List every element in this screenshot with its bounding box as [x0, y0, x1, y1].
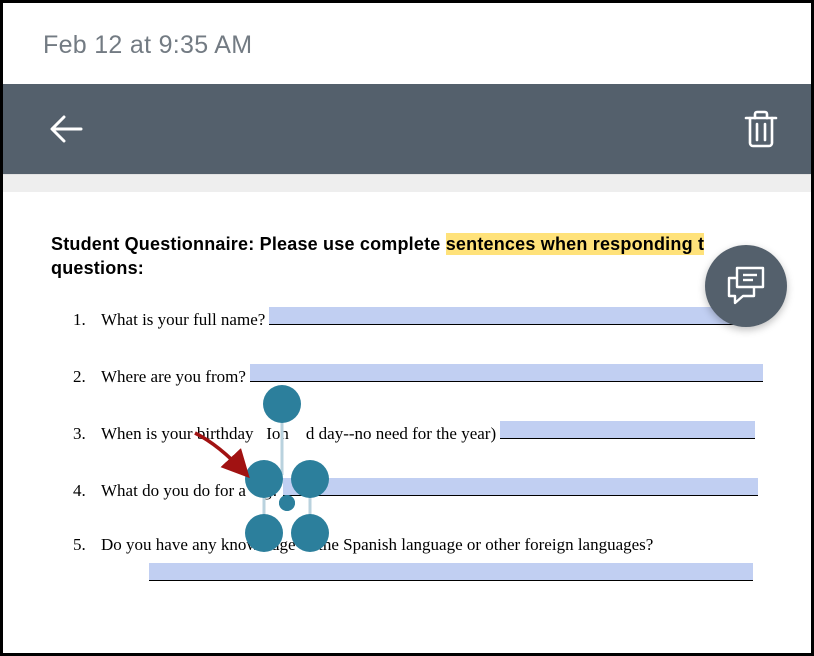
- question-text: Where are you from?: [101, 367, 246, 387]
- question-text: What is your full name?: [101, 310, 265, 330]
- back-button[interactable]: [47, 110, 85, 148]
- question-number: 1.: [51, 310, 101, 330]
- question-text: When is your birthday Ion d day--no need…: [101, 424, 496, 444]
- question-number: 5.: [51, 535, 101, 555]
- document-title: Student Questionnaire: Please use comple…: [51, 232, 763, 281]
- title-line-2: questions:: [51, 258, 144, 278]
- highlight-annotation[interactable]: sentences when responding t: [446, 233, 704, 255]
- question-text: Do you have any knowledge of the Spanish…: [101, 535, 653, 555]
- toolbar-separator: [3, 174, 811, 192]
- list-item: 3. When is your birthday Ion d day--no n…: [51, 421, 763, 444]
- title-part-1: Student Questionnaire: Please use comple…: [51, 234, 446, 254]
- question-text: What do you do for a g?: [101, 481, 279, 501]
- list-item: 5. Do you have any knowledge of the Span…: [51, 535, 763, 555]
- answer-field[interactable]: [149, 563, 753, 581]
- arrow-left-icon: [47, 110, 85, 148]
- answer-field[interactable]: [283, 478, 758, 496]
- question-number: 3.: [51, 424, 101, 444]
- list-item: 1. What is your full name?: [51, 307, 763, 330]
- list-item: 2. Where are you from?: [51, 364, 763, 387]
- annotation-toolbar: [3, 84, 811, 174]
- answer-field[interactable]: [500, 421, 755, 439]
- delete-button[interactable]: [743, 109, 779, 149]
- document-page: Student Questionnaire: Please use comple…: [3, 192, 811, 555]
- question-list: 1. What is your full name? 2. Where are …: [51, 307, 763, 555]
- question-number: 2.: [51, 367, 101, 387]
- comment-fab[interactable]: [705, 245, 787, 327]
- list-item: 4. What do you do for a g?: [51, 478, 763, 501]
- trash-icon: [743, 109, 779, 149]
- answer-field[interactable]: [250, 364, 763, 382]
- question-number: 4.: [51, 481, 101, 501]
- document-timestamp: Feb 12 at 9:35 AM: [3, 3, 811, 84]
- answer-field[interactable]: [269, 307, 759, 325]
- comment-icon: [724, 264, 768, 308]
